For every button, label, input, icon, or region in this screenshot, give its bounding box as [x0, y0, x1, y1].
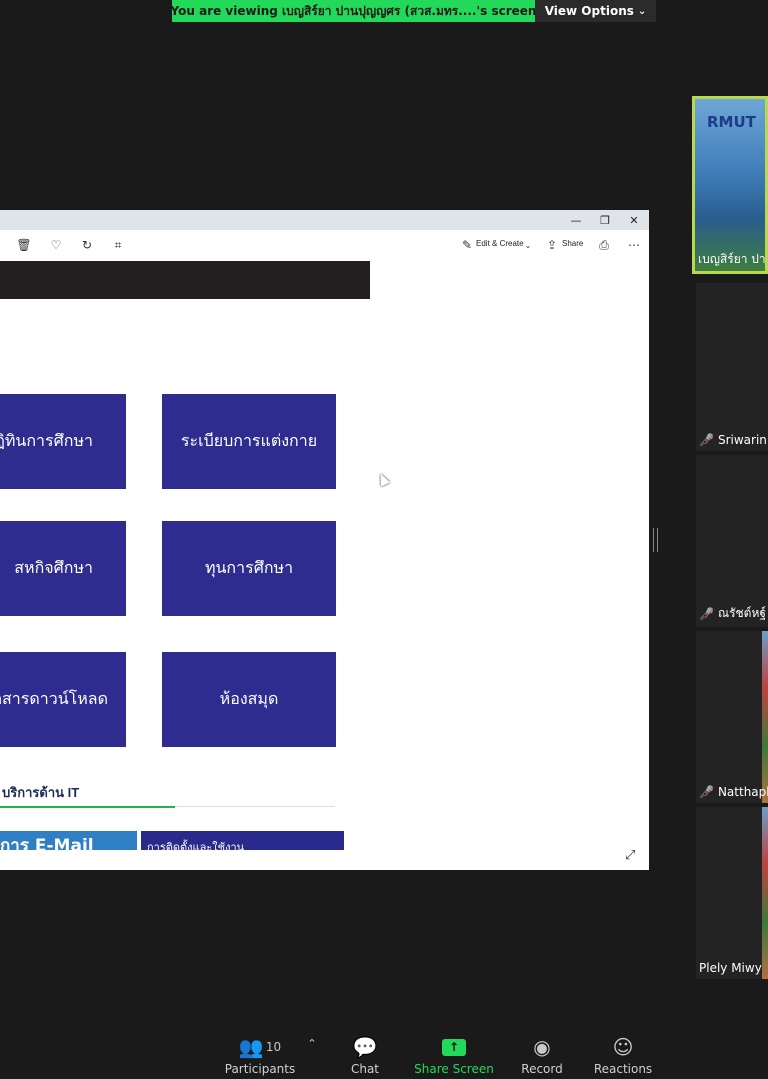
- minimize-icon[interactable]: —: [562, 210, 590, 230]
- participants-count: 10: [265, 1040, 282, 1054]
- it-services-heading: บริการด้าน IT: [2, 785, 80, 800]
- tile-label: ห้องสมุด: [219, 689, 279, 708]
- university-logo: RMUT: [707, 113, 756, 131]
- reactions-label: Reactions: [593, 1062, 653, 1076]
- participant-tile-active[interactable]: RMUT เบญสิร์ยา ปาน: [692, 96, 768, 274]
- participant-name-label: ณรัชต์หฐ์: [717, 606, 766, 620]
- print-icon[interactable]: ⎙: [595, 236, 613, 254]
- divider: [175, 806, 335, 807]
- rotate-icon[interactable]: ↻: [78, 236, 96, 254]
- chevron-down-icon: ⌄: [637, 5, 647, 17]
- close-icon[interactable]: ✕: [620, 210, 648, 230]
- share-screen-icon: ↑: [442, 1038, 466, 1056]
- reactions-button[interactable]: ☺ Reactions: [592, 1031, 654, 1079]
- share-icon[interactable]: ⇪: [543, 236, 561, 254]
- record-button[interactable]: ◉ Record: [515, 1031, 569, 1079]
- favorite-icon[interactable]: ♡: [47, 236, 65, 254]
- share-screen-label: Share Screen: [414, 1062, 494, 1076]
- participants-icon: 👥 10: [238, 1035, 282, 1059]
- participant-name: 🎤̸ ณรัชต์หฐ์: [699, 604, 766, 623]
- tile-label: ฏิทินการศึกษา: [0, 431, 93, 450]
- participant-name-label: Sriwarin: [717, 433, 767, 447]
- reactions-icon: ☺: [612, 1035, 634, 1059]
- record-label: Record: [521, 1062, 563, 1076]
- participant-tile[interactable]: 🎤̸ Sriwarin: [696, 283, 768, 451]
- install-service-banner[interactable]: การติดตั้งและใช้งาน: [141, 831, 344, 850]
- view-options-button[interactable]: View Options ⌄: [535, 0, 656, 22]
- tile-downloads[interactable]: กสารดาวน์โหลด: [0, 652, 126, 747]
- screen-share-banner: You are viewing เบญสิร์ยา ปานปุญญศร (สวส…: [172, 0, 535, 22]
- banner-label: การติดตั้งและใช้งาน: [147, 841, 245, 850]
- participant-name: 🎤̸ Sriwarin: [699, 433, 767, 447]
- record-icon: ◉: [533, 1035, 551, 1059]
- tile-scholarship[interactable]: ทุนการศึกษา: [162, 521, 336, 616]
- participant-name-label: Plely Miwy: [699, 961, 762, 975]
- tile-label: ระเบียบการแต่งกาย: [180, 431, 318, 450]
- banner-label: การ E-Mail: [0, 836, 94, 850]
- chat-label: Chat: [350, 1062, 380, 1076]
- more-options-icon[interactable]: ⋯: [625, 236, 643, 254]
- viewing-text: You are viewing เบญสิร์ยา ปานปุญญศร (สวส…: [172, 3, 535, 18]
- restore-icon[interactable]: ❐: [591, 210, 619, 230]
- tile-dress-code[interactable]: ระเบียบการแต่งกาย: [162, 394, 336, 489]
- expand-icon[interactable]: ⤢: [625, 848, 641, 864]
- participants-label: Participants: [224, 1062, 296, 1076]
- chat-button[interactable]: 💬 Chat: [340, 1031, 390, 1079]
- mic-muted-icon: 🎤̸: [699, 433, 714, 447]
- participant-tile[interactable]: 🎤̸ Natthaph: [696, 631, 768, 803]
- photo-toolbar: 🗑 ♡ ↻ ⌗ ✎ Edit & Create ⌄ ⇪ Share ⎙ ⋯: [0, 230, 649, 260]
- participants-button[interactable]: 👥 10 Participants: [224, 1031, 296, 1079]
- delete-icon[interactable]: 🗑: [15, 236, 33, 254]
- chevron-down-icon[interactable]: ⌄: [519, 236, 537, 254]
- mic-muted-icon: 🎤̸: [699, 785, 714, 799]
- share-button[interactable]: Share: [562, 239, 583, 248]
- participant-video: [762, 631, 768, 803]
- window-titlebar: — ❐ ✕: [0, 210, 649, 230]
- crop-icon[interactable]: ⌗: [109, 236, 127, 254]
- chevron-up-icon[interactable]: ⌃: [304, 1031, 320, 1055]
- edit-create-icon[interactable]: ✎: [458, 236, 476, 254]
- edit-create-button[interactable]: Edit & Create: [476, 239, 524, 248]
- panel-resize-handle[interactable]: [653, 528, 658, 552]
- email-service-banner[interactable]: การ E-Mail: [0, 831, 137, 850]
- section-underline: [0, 806, 175, 808]
- participant-name: เบญสิร์ยา ปาน: [698, 250, 768, 269]
- tile-academic-calendar[interactable]: ฏิทินการศึกษา: [0, 394, 126, 489]
- tile-library[interactable]: ห้องสมุด: [162, 652, 336, 747]
- tile-coop-education[interactable]: สหกิจศึกษา: [0, 521, 126, 616]
- chat-icon: 💬: [352, 1035, 378, 1059]
- share-screen-button[interactable]: ↑ Share Screen: [414, 1031, 494, 1079]
- page-header-bar: [0, 261, 370, 299]
- tile-label: กสารดาวน์โหลด: [0, 689, 108, 708]
- tile-label: สหกิจศึกษา: [14, 558, 93, 577]
- participant-video: [762, 807, 768, 979]
- participant-name: 🎤̸ Natthaph: [699, 785, 768, 799]
- participant-name-label: Natthaph: [717, 785, 768, 799]
- tile-label: ทุนการศึกษา: [204, 558, 294, 577]
- shared-window: — ❐ ✕ 🗑 ♡ ↻ ⌗ ✎ Edit & Create ⌄ ⇪ Share …: [0, 210, 649, 870]
- participant-tile[interactable]: Plely Miwy: [696, 807, 768, 979]
- participant-name: Plely Miwy: [699, 961, 762, 975]
- mic-muted-icon: 🎤̸: [699, 606, 714, 621]
- view-options-label: View Options: [544, 4, 634, 18]
- participant-name-label: เบญสิร์ยา ปาน: [698, 252, 768, 266]
- participant-tile[interactable]: 🎤̸ ณรัชต์หฐ์: [696, 455, 768, 627]
